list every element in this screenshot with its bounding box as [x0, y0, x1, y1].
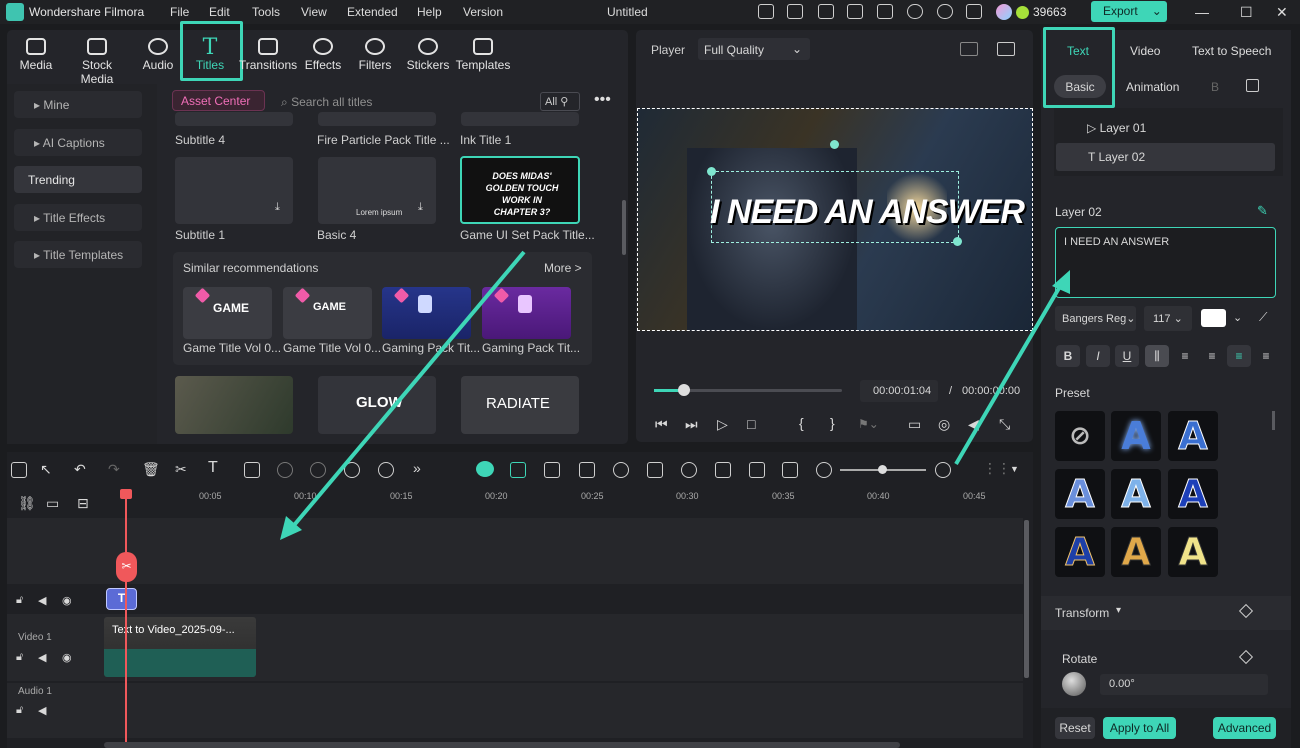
arrow-line — [288, 250, 526, 532]
arrow-line — [954, 281, 1064, 466]
annotation-arrows — [280, 250, 1070, 540]
arrow-head — [1052, 270, 1070, 294]
